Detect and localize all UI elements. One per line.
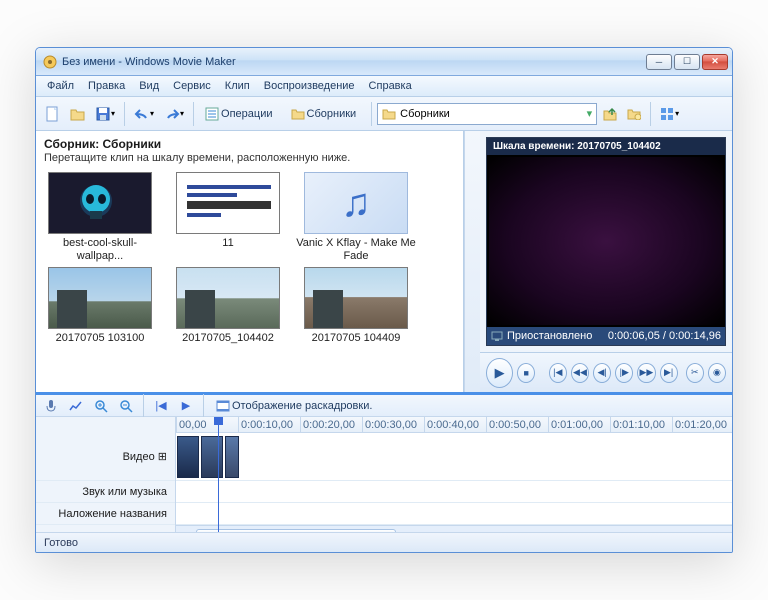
step-fwd-button[interactable]: |▶ bbox=[615, 363, 633, 383]
menu-edit[interactable]: Правка bbox=[81, 78, 132, 94]
menu-tools[interactable]: Сервис bbox=[166, 78, 218, 94]
new-button[interactable] bbox=[42, 102, 64, 126]
track-label-video: Видео ⊞ bbox=[36, 433, 175, 481]
menu-view[interactable]: Вид bbox=[132, 78, 166, 94]
tl-play-button[interactable]: ▶ bbox=[175, 394, 197, 418]
folder-icon bbox=[382, 108, 396, 120]
timeline-clip[interactable] bbox=[177, 436, 199, 478]
next-button[interactable]: ▶| bbox=[660, 363, 678, 383]
clip-caption: 11 bbox=[168, 237, 288, 263]
track-label-title: Наложение названия bbox=[36, 503, 175, 525]
timeline-clip[interactable] bbox=[201, 436, 223, 478]
clip-thumbnail bbox=[48, 267, 152, 329]
video-track[interactable] bbox=[176, 433, 732, 481]
timeline-ruler[interactable]: 00,000:00:10,000:00:20,000:00:30,000:00:… bbox=[176, 417, 732, 433]
playhead[interactable] bbox=[218, 417, 219, 532]
combo-label: Сборники bbox=[400, 108, 450, 120]
save-button[interactable]: ▾ bbox=[92, 102, 119, 126]
preview-status-text: Приостановлено bbox=[507, 330, 592, 342]
clip-item[interactable]: 11 bbox=[168, 172, 288, 263]
vertical-scrollbar[interactable] bbox=[464, 131, 480, 392]
monitor-icon bbox=[491, 330, 503, 342]
stop-button[interactable]: ■ bbox=[517, 363, 535, 383]
clip-item[interactable]: best-cool-skull-wallpap... bbox=[40, 172, 160, 263]
clip-thumbnail bbox=[176, 172, 280, 234]
preview-title: Шкала времени: 20170705_104402 bbox=[487, 138, 725, 155]
window-title: Без имени - Windows Movie Maker bbox=[62, 56, 646, 68]
fastfwd-button[interactable]: ▶▶ bbox=[637, 363, 655, 383]
up-folder-button[interactable] bbox=[599, 102, 621, 126]
collection-pane: Сборник: Сборники Перетащите клип на шка… bbox=[36, 131, 464, 392]
timeline-hscroll[interactable] bbox=[176, 525, 732, 532]
preview-video[interactable] bbox=[489, 157, 723, 325]
collection-subtitle: Перетащите клип на шкалу времени, распол… bbox=[44, 152, 455, 164]
app-icon bbox=[42, 54, 58, 70]
view-button[interactable]: ▾ bbox=[656, 102, 683, 126]
collection-combo[interactable]: Сборники ▾ bbox=[377, 103, 597, 125]
chevron-down-icon: ▾ bbox=[587, 107, 593, 120]
app-window: Без имени - Windows Movie Maker ─ ☐ ✕ Фа… bbox=[35, 47, 733, 553]
toolbar: ▾ ▾ ▾ Операции Сборники Сборники ▾ ▾ bbox=[36, 97, 732, 131]
close-button[interactable]: ✕ bbox=[702, 54, 728, 70]
menu-clip[interactable]: Клип bbox=[218, 78, 257, 94]
tl-storyboard-button[interactable]: Отображение раскадровки. bbox=[210, 394, 382, 418]
menubar: Файл Правка Вид Сервис Клип Воспроизведе… bbox=[36, 76, 732, 97]
clip-caption: 20170705 103100 bbox=[40, 332, 160, 358]
tl-zoom-out-button[interactable] bbox=[115, 394, 137, 418]
timeline-tracks[interactable]: 00,000:00:10,000:00:20,000:00:30,000:00:… bbox=[176, 417, 732, 532]
minimize-button[interactable]: ─ bbox=[646, 54, 672, 70]
titlebar[interactable]: Без имени - Windows Movie Maker ─ ☐ ✕ bbox=[36, 48, 732, 76]
clip-thumbnail bbox=[48, 172, 152, 234]
tasks-button[interactable]: Операции bbox=[199, 102, 282, 126]
clip-thumbnail: ♫ bbox=[304, 172, 408, 234]
play-button[interactable]: ▶ bbox=[486, 358, 513, 388]
prev-button[interactable]: |◀ bbox=[549, 363, 567, 383]
clip-caption: 20170705 104409 bbox=[296, 332, 416, 358]
clip-thumbnail bbox=[176, 267, 280, 329]
maximize-button[interactable]: ☐ bbox=[674, 54, 700, 70]
clip-thumbnail bbox=[304, 267, 408, 329]
redo-button[interactable]: ▾ bbox=[160, 102, 188, 126]
preview-status-bar: Приостановлено 0:00:06,05 / 0:00:14,96 bbox=[487, 327, 725, 345]
track-label-audio: Звук или музыка bbox=[36, 481, 175, 503]
split-button[interactable]: ✂ bbox=[686, 363, 704, 383]
open-button[interactable] bbox=[66, 102, 90, 126]
menu-file[interactable]: Файл bbox=[40, 78, 81, 94]
menu-play[interactable]: Воспроизведение bbox=[257, 78, 362, 94]
preview-controls: ▶ ■ |◀ ◀◀ ◀| |▶ ▶▶ ▶| ✂ ◉ bbox=[480, 352, 732, 392]
timeline-panel: |◀ ▶ Отображение раскадровки. Видео ⊞ Зв… bbox=[36, 392, 732, 532]
clip-caption: Vanic X Kflay - Make Me Fade bbox=[296, 237, 416, 263]
tl-narrate-button[interactable] bbox=[40, 394, 62, 418]
clip-item[interactable]: 20170705 103100 bbox=[40, 267, 160, 358]
clip-item[interactable]: 20170705 104409 bbox=[296, 267, 416, 358]
preview-time: 0:00:06,05 / 0:00:14,96 bbox=[608, 330, 721, 342]
preview-pane: Шкала времени: 20170705_104402 Приостано… bbox=[480, 131, 732, 392]
timeline-toolbar: |◀ ▶ Отображение раскадровки. bbox=[36, 395, 732, 417]
tl-rewind-button[interactable]: |◀ bbox=[150, 394, 172, 418]
timeline-track-labels: Видео ⊞ Звук или музыка Наложение назван… bbox=[36, 417, 176, 532]
clip-caption: best-cool-skull-wallpap... bbox=[40, 237, 160, 263]
menu-help[interactable]: Справка bbox=[362, 78, 419, 94]
title-track[interactable] bbox=[176, 503, 732, 525]
preview-screen: Шкала времени: 20170705_104402 Приостано… bbox=[486, 137, 726, 346]
snapshot-button[interactable]: ◉ bbox=[708, 363, 726, 383]
clip-item[interactable]: 20170705_104402 bbox=[168, 267, 288, 358]
clip-item[interactable]: ♫ Vanic X Kflay - Make Me Fade bbox=[296, 172, 416, 263]
tl-zoom-in-button[interactable] bbox=[90, 394, 112, 418]
audio-track[interactable] bbox=[176, 481, 732, 503]
statusbar: Готово bbox=[36, 532, 732, 552]
clip-caption: 20170705_104402 bbox=[168, 332, 288, 358]
new-folder-button[interactable] bbox=[623, 102, 645, 126]
timeline-clip[interactable] bbox=[225, 436, 239, 478]
undo-button[interactable]: ▾ bbox=[130, 102, 158, 126]
tl-audio-levels-button[interactable] bbox=[65, 394, 87, 418]
collections-button[interactable]: Сборники bbox=[285, 102, 367, 126]
content-area: Сборник: Сборники Перетащите клип на шка… bbox=[36, 131, 732, 392]
step-back-button[interactable]: ◀| bbox=[593, 363, 611, 383]
rewind-button[interactable]: ◀◀ bbox=[571, 363, 589, 383]
status-text: Готово bbox=[44, 537, 78, 549]
collection-title: Сборник: Сборники bbox=[44, 137, 455, 151]
